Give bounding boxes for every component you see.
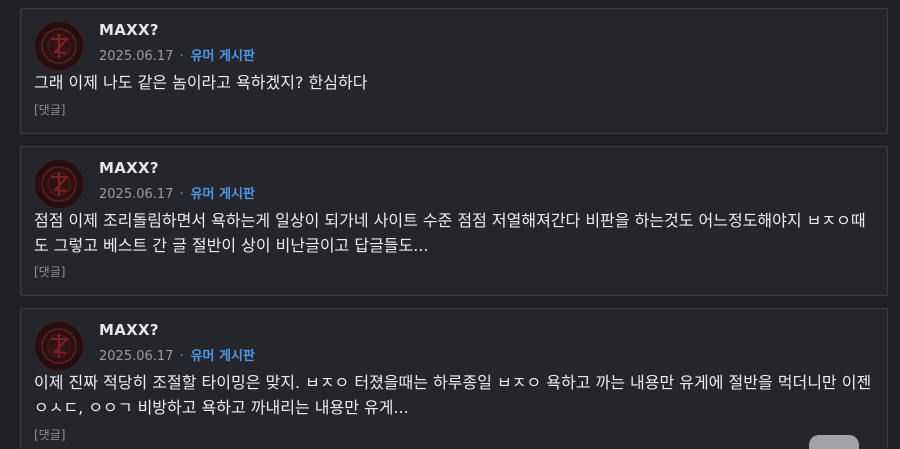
avatar[interactable]: [34, 321, 84, 371]
post-body[interactable]: 그래 이제 나도 같은 놈이라고 욕하겠지? 한심하다: [34, 70, 874, 95]
post-body[interactable]: 점점 이제 조리돌림하면서 욕하는게 일상이 되가네 사이트 수준 점점 저열해…: [34, 208, 874, 258]
post-date: 2025.06.17: [99, 187, 174, 202]
meta-separator: ·: [179, 49, 184, 64]
author-name[interactable]: MAXX?: [99, 159, 159, 177]
board-link[interactable]: 유머 게시판: [191, 349, 255, 364]
emblem-icon: [41, 28, 77, 64]
post-meta: 2025.06.17 · 유머 게시판: [99, 345, 255, 364]
meta-separator: ·: [179, 349, 184, 364]
post-date: 2025.06.17: [99, 49, 174, 64]
post-meta: 2025.06.17 · 유머 게시판: [99, 183, 255, 202]
author-name[interactable]: MAXX?: [99, 321, 159, 339]
meta-separator: ·: [179, 187, 184, 202]
scroll-to-top-button[interactable]: [809, 435, 859, 449]
post-date: 2025.06.17: [99, 349, 174, 364]
emblem-icon: [41, 166, 77, 202]
avatar[interactable]: [34, 159, 84, 209]
author-name[interactable]: MAXX?: [99, 21, 159, 39]
post-body[interactable]: 이제 진짜 적당히 조절할 타이밍은 맞지. ㅂㅈㅇ 터졌을때는 하루종일 ㅂㅈ…: [34, 370, 874, 420]
post-card[interactable]: MAXX? 2025.06.17 · 유머 게시판 그래 이제 나도 같은 놈이라고…: [20, 8, 888, 134]
emblem-icon: [41, 328, 77, 364]
post-card[interactable]: MAXX? 2025.06.17 · 유머 게시판 이제 진짜 적당히 조절할 타이…: [20, 308, 888, 449]
board-link[interactable]: 유머 게시판: [191, 187, 255, 202]
reply-link[interactable]: [댓글]: [34, 426, 65, 443]
avatar[interactable]: [34, 21, 84, 71]
post-feed: MAXX? 2025.06.17 · 유머 게시판 그래 이제 나도 같은 놈이라고…: [0, 0, 900, 449]
post-card[interactable]: MAXX? 2025.06.17 · 유머 게시판 점점 이제 조리돌림하면서 욕하…: [20, 146, 888, 296]
board-link[interactable]: 유머 게시판: [191, 49, 255, 64]
reply-link[interactable]: [댓글]: [34, 263, 65, 280]
reply-link[interactable]: [댓글]: [34, 101, 65, 118]
post-meta: 2025.06.17 · 유머 게시판: [99, 45, 255, 64]
